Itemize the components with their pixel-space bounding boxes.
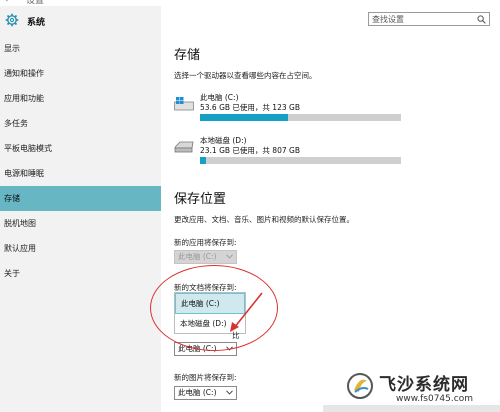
drive-d-usage-bar	[200, 157, 401, 164]
windows-drive-icon	[174, 97, 194, 111]
storage-description: 选择一个驱动器以查看哪些内容在占空间。	[174, 71, 317, 80]
annotation-arrow	[230, 292, 263, 332]
sidebar-item-multitasking[interactable]: 多任务	[0, 111, 161, 136]
save-locations-heading: 保存位置	[174, 192, 227, 207]
main-content: 查找设置 存储 选择一个驱动器以查看哪些内容在占空间。 此电脑 (C:) 53.…	[161, 6, 500, 412]
sidebar-item-display[interactable]: 显示	[0, 36, 161, 61]
search-icon[interactable]	[477, 15, 486, 24]
search-input[interactable]: 查找设置	[368, 12, 490, 26]
chevron-down-icon	[226, 254, 233, 259]
sidebar-item-offline-maps[interactable]: 脱机地图	[0, 211, 161, 236]
drive-d-usage: 23.1 GB 已使用，共 807 GB	[200, 146, 300, 155]
save-locations-description: 更改应用、文档、音乐、图片和视频的默认保存位置。	[174, 215, 354, 224]
search-placeholder: 查找设置	[372, 15, 404, 24]
sidebar-item-default-apps[interactable]: 默认应用	[0, 236, 161, 261]
sidebar-item-notifications[interactable]: 通知和操作	[0, 61, 161, 86]
pictures-save-select[interactable]: 此电脑 (C:)	[174, 386, 237, 400]
watermark-title: 飞沙系统网	[379, 375, 469, 395]
gear-icon	[5, 13, 19, 27]
apps-save-label: 新的应用将保存到:	[174, 238, 237, 247]
drive-d-usage-fill	[200, 157, 206, 164]
sidebar-item-about[interactable]: 关于	[0, 261, 161, 286]
sidebar-title: 系统	[27, 18, 46, 28]
sidebar-item-apps[interactable]: 应用和功能	[0, 86, 161, 111]
sidebar-item-tablet-mode[interactable]: 平板电脑模式	[0, 136, 161, 161]
hard-drive-icon	[174, 141, 194, 153]
apps-save-value: 此电脑 (C:)	[178, 252, 217, 261]
drive-c-usage-bar	[200, 114, 401, 121]
watermark: 飞沙系统网 www.fs0745.com	[346, 370, 496, 410]
chevron-down-icon	[226, 390, 233, 395]
apps-save-select: 此电脑 (C:)	[174, 250, 237, 264]
sidebar-item-power-sleep[interactable]: 电源和睡眠	[0, 161, 161, 186]
pictures-save-value: 此电脑 (C:)	[178, 388, 217, 397]
drive-c[interactable]: 此电脑 (C:) 53.6 GB 已使用，共 123 GB	[174, 92, 404, 132]
sidebar: 系统 显示 通知和操作 应用和功能 多任务 平板电脑模式 电源和睡眠 存储 脱机…	[0, 6, 161, 412]
minimize-button[interactable]: —	[481, 0, 492, 5]
drive-d[interactable]: 本地磁盘 (D:) 23.1 GB 已使用，共 807 GB	[174, 135, 404, 175]
watermark-url: www.fs0745.com	[396, 394, 473, 404]
sidebar-item-storage[interactable]: 存储	[0, 186, 161, 211]
back-button[interactable]: ‹	[4, 0, 8, 5]
sidebar-header: 系统	[0, 6, 161, 36]
drive-c-usage-fill	[200, 114, 288, 121]
drive-c-usage: 53.6 GB 已使用，共 123 GB	[200, 103, 300, 112]
pictures-save-label: 新的图片将保存到:	[174, 373, 237, 382]
sidebar-nav: 显示 通知和操作 应用和功能 多任务 平板电脑模式 电源和睡眠 存储 脱机地图 …	[0, 36, 161, 286]
storage-heading: 存储	[174, 48, 201, 63]
watermark-logo-icon	[347, 373, 373, 399]
